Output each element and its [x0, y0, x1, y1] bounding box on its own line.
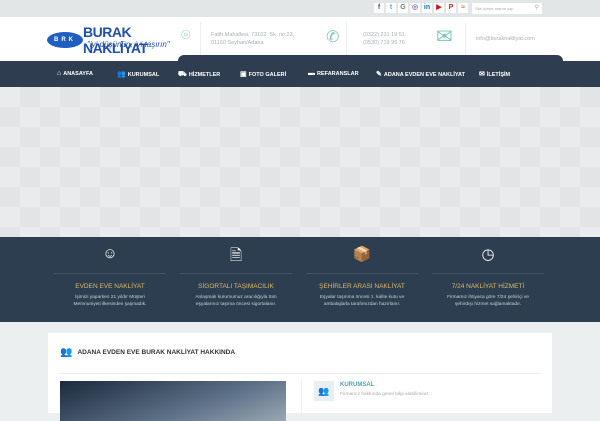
search-input[interactable]: Site içinde arama yap ⚲ — [472, 3, 542, 14]
feature-title: SİGORTALI TAŞIMACILIK — [198, 283, 274, 290]
feature-desc: Eşyalar taşınma öncesi 1. kalite kutu ve… — [319, 295, 405, 307]
social-links: f t G ◎ in ▶ P ≈ — [374, 3, 468, 13]
feature-title: ŞEHİRLER ARASI NAKLİYAT — [319, 283, 405, 290]
phones: (0322) 231 19 51 (0530) 719 95 76 — [363, 32, 405, 46]
pencil-icon: ✎ — [376, 71, 382, 78]
nav-label: ANASAYFA — [63, 71, 93, 77]
nav-label: REFARANSLAR — [317, 71, 359, 77]
smile-icon: ☺ — [102, 245, 118, 262]
users-icon: 👥 — [117, 71, 126, 78]
home-icon: ⌂ — [57, 70, 62, 77]
email-link[interactable]: info@buraknakliyat.com — [476, 35, 535, 43]
kurumsal-link[interactable]: KURUMSAL — [340, 382, 374, 388]
clock-icon: ◷ — [481, 246, 495, 263]
feature-desc: Firmamız ihtiyaca göre 7/24 şehiriçi ve ş… — [447, 295, 529, 307]
feature-title: 7/24 NAKLİYAT HİZMETİ — [451, 283, 525, 290]
address: Fatih Mahallesi, 73102. Sk. no:23, 01160 … — [211, 32, 295, 46]
nav-users[interactable]: 👥 KURUMSAL — [117, 70, 159, 78]
nav-truck[interactable]: ⛟ HİZMETLER — [178, 70, 220, 79]
youtube-icon[interactable]: ▶ — [434, 3, 444, 13]
feature-card: 📦 ŞEHİRLER ARASI NAKLİYAT Eşyalar taşınma … — [306, 237, 418, 308]
nav-briefcase[interactable]: ▬ REFARANSLAR — [308, 70, 359, 77]
search-placeholder: Site içinde arama yap — [475, 6, 514, 11]
facebook-icon[interactable]: f — [374, 3, 384, 13]
nav-label: İLETİŞİM — [486, 72, 511, 78]
kurumsal-desc: Firmamız hakkında genel bilgi alabilirsi… — [340, 392, 430, 397]
search-icon[interactable]: ⚲ — [535, 3, 539, 14]
nav-envelope[interactable]: ✉ İLETİŞİM — [479, 70, 510, 78]
feature-card: ☺ EVDEN EVE NAKLİYAT İşimizi yaparken 21 y… — [54, 237, 166, 308]
nav-label: ADANA EVDEN EVE NAKLİYAT — [383, 72, 465, 78]
nav-label: FOTO GALERİ — [248, 72, 287, 78]
document-icon: 🗎 — [229, 247, 243, 264]
top-bar: f t G ◎ in ▶ P ≈ Site içinde arama yap ⚲ — [0, 0, 600, 17]
nav-home[interactable]: ⌂ ANASAYFA — [57, 70, 93, 77]
handshake-image — [60, 381, 286, 421]
pinterest-icon[interactable]: P — [446, 3, 456, 13]
feature-title: EVDEN EVE NAKLİYAT — [75, 283, 145, 290]
google-plus-icon[interactable]: G — [398, 3, 408, 13]
box-icon: 📦 — [352, 246, 372, 263]
briefcase-icon: ▬ — [308, 70, 315, 77]
feature-card: 🗎 SİGORTALI TAŞIMACILIK Anlaşmalı kurumumu… — [180, 237, 292, 308]
nav-label: HİZMETLER — [188, 72, 221, 78]
feature-desc: Anlaşmalı kurumumuz aracılığıyla tüm eşya… — [195, 295, 277, 307]
main-nav: ⌂ ANASAYFA 👥 KURUMSAL ⛟ HİZMETLER ▣ FOTO GALERİ… — [0, 61, 600, 87]
nav-label: KURUMSAL — [127, 72, 160, 78]
envelope-icon: ✉ — [479, 71, 485, 78]
features-strip: ☺ EVDEN EVE NAKLİYAT İşimizi yaparken 21 y… — [0, 237, 600, 322]
logo-badge: BRK — [47, 32, 83, 48]
about-title: ADANA EVDEN EVE BURAK NAKLİYAT HAKKINDA — [77, 349, 236, 356]
logo[interactable]: BRK BURAK NAKLİYAT "iyi düşünün, iyi taş… — [45, 24, 180, 56]
image-icon: ▣ — [240, 71, 247, 78]
instagram-icon[interactable]: ◎ — [410, 3, 420, 13]
nav-pencil[interactable]: ✎ ADANA EVDEN EVE NAKLİYAT — [376, 70, 465, 78]
rss-icon[interactable]: ≈ — [458, 3, 468, 13]
linkedin-icon[interactable]: in — [422, 3, 432, 13]
users-icon: 👥 — [314, 381, 334, 401]
hero-slider — [0, 87, 600, 237]
envelope-icon: ✉ — [436, 26, 453, 48]
nav-image[interactable]: ▣ FOTO GALERİ — [240, 70, 286, 78]
users-icon: 👥 — [60, 347, 73, 358]
about-section: 👥 ADANA EVDEN EVE BURAK NAKLİYAT HAKKINDA… — [48, 333, 552, 421]
feature-desc: İşimizi yaparken 21 yıldır Müşteri Memnun… — [73, 295, 147, 307]
phone-icon: ✆ — [326, 29, 340, 46]
logo-slogan: "iyi düşünün, iyi taşırın" — [87, 40, 170, 49]
twitter-icon[interactable]: t — [386, 3, 396, 13]
truck-icon: ⛟ — [178, 71, 187, 78]
map-pin-icon: ⌾ — [181, 27, 191, 44]
feature-card: ◷ 7/24 NAKLİYAT HİZMETİ Firmamız ihtiyaca … — [432, 237, 544, 308]
